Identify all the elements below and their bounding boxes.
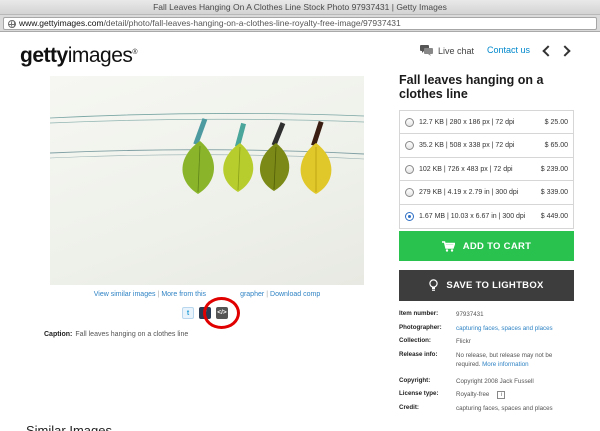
size-radio[interactable] <box>405 164 414 174</box>
size-radio[interactable] <box>405 118 414 127</box>
lightbulb-icon <box>429 279 439 291</box>
logo-light: images <box>67 44 133 67</box>
size-spec: 12.7 KB | 280 x 186 px | 72 dpi <box>419 119 515 126</box>
detail-release: Release info: No release, but release ma… <box>399 350 553 368</box>
detail-copyright: Copyright: Copyright 2008 Jack Fussell <box>399 376 534 385</box>
size-option[interactable]: 279 KB | 4.19 x 2.79 in | 300 dpi $ 339.… <box>400 181 573 205</box>
next-image-arrow[interactable] <box>559 45 571 57</box>
shopping-cart-icon <box>441 240 455 252</box>
add-to-cart-label: ADD TO CART <box>462 240 532 252</box>
logo-bold: getty <box>20 44 68 67</box>
save-to-lightbox-label: SAVE TO LIGHTBOX <box>446 280 544 291</box>
contact-us-link[interactable]: Contact us <box>487 45 530 55</box>
twitter-share-icon[interactable]: t <box>182 307 194 319</box>
size-price: $ 239.00 <box>540 165 568 173</box>
image-title: Fall leaves hanging on a clothes line <box>399 73 544 101</box>
photo-links: View similar images | More from this graphe… <box>93 291 321 298</box>
image-details: Item number: 97937431 Photographer: capt… <box>399 310 579 418</box>
live-chat-label: Live chat <box>438 45 475 56</box>
previous-image-arrow[interactable] <box>542 45 554 57</box>
url-host: www.gettyimages.com <box>19 18 104 28</box>
detail-collection: Collection: Flickr <box>399 337 471 346</box>
size-option[interactable]: 102 KB | 726 x 483 px | 72 dpi $ 239.00 <box>400 158 573 182</box>
photographer-link[interactable]: capturing faces, spaces and places <box>456 325 553 332</box>
url-field[interactable]: www.gettyimages.com/detail/photo/fall-le… <box>3 17 597 30</box>
size-option[interactable]: 1.67 MB | 10.03 x 6.67 in | 300 dpi $ 44… <box>400 205 573 228</box>
more-from-photographer-link[interactable]: More from this <box>161 291 206 298</box>
size-radio[interactable] <box>405 141 414 151</box>
size-price: $ 339.00 <box>540 189 568 197</box>
live-chat-link[interactable]: Live chat <box>420 45 474 56</box>
url-path: /detail/photo/fall-leaves-hanging-on-a-c… <box>103 18 401 28</box>
size-price: $ 449.00 <box>540 212 568 220</box>
caption-label: Caption: <box>44 331 73 338</box>
more-from-photographer-link-tail[interactable]: grapher <box>240 291 264 298</box>
highlight-circle-annotation <box>203 297 240 329</box>
logo-mark: ® <box>132 49 138 56</box>
size-price: $ 65.00 <box>544 142 568 150</box>
detail-photographer: Photographer: capturing faces, spaces an… <box>399 323 553 332</box>
window-title: Fall Leaves Hanging On A Clothes Line St… <box>0 0 600 15</box>
caption-text: Fall leaves hanging on a clothes line <box>75 331 189 338</box>
size-radio[interactable] <box>405 188 414 198</box>
size-spec: 35.2 KB | 508 x 338 px | 72 dpi <box>419 142 515 150</box>
chat-bubble-icon <box>420 45 433 56</box>
size-spec: 102 KB | 726 x 483 px | 72 dpi <box>419 165 513 173</box>
size-option[interactable]: 12.7 KB | 280 x 186 px | 72 dpi $ 25.00 <box>400 111 573 135</box>
detail-license: License type: Royalty-free i <box>399 390 579 404</box>
size-spec: 1.67 MB | 10.03 x 6.67 in | 300 dpi <box>419 212 526 220</box>
stock-photo[interactable] <box>50 76 364 285</box>
license-info-icon[interactable]: i <box>497 390 506 399</box>
size-radio-selected[interactable] <box>405 211 414 221</box>
add-to-cart-button[interactable]: ADD TO CART <box>399 231 574 261</box>
save-to-lightbox-button[interactable]: SAVE TO LIGHTBOX <box>399 270 574 301</box>
detail-credit: Credit: capturing faces, spaces and plac… <box>399 403 553 412</box>
detail-item-number: Item number: 97937431 <box>399 310 484 318</box>
leaves-on-clothesline-image <box>50 113 364 194</box>
getty-logo[interactable]: gettyimages® <box>20 41 138 68</box>
globe-icon <box>8 20 16 28</box>
download-comp-link[interactable]: Download comp <box>270 291 320 298</box>
size-price: $ 25.00 <box>544 119 568 126</box>
size-spec: 279 KB | 4.19 x 2.79 in | 300 dpi <box>419 189 519 197</box>
photo-caption: Caption: Fall leaves hanging on a clothes… <box>44 331 188 338</box>
address-bar: www.gettyimages.com/detail/photo/fall-le… <box>0 15 600 32</box>
more-information-link[interactable]: More information <box>482 361 528 368</box>
size-options-list: 12.7 KB | 280 x 186 px | 72 dpi $ 25.00 … <box>399 110 574 229</box>
size-option[interactable]: 35.2 KB | 508 x 338 px | 72 dpi $ 65.00 <box>400 134 573 158</box>
view-similar-link[interactable]: View similar images <box>94 291 156 298</box>
similar-images-heading: Similar Images <box>26 423 112 431</box>
